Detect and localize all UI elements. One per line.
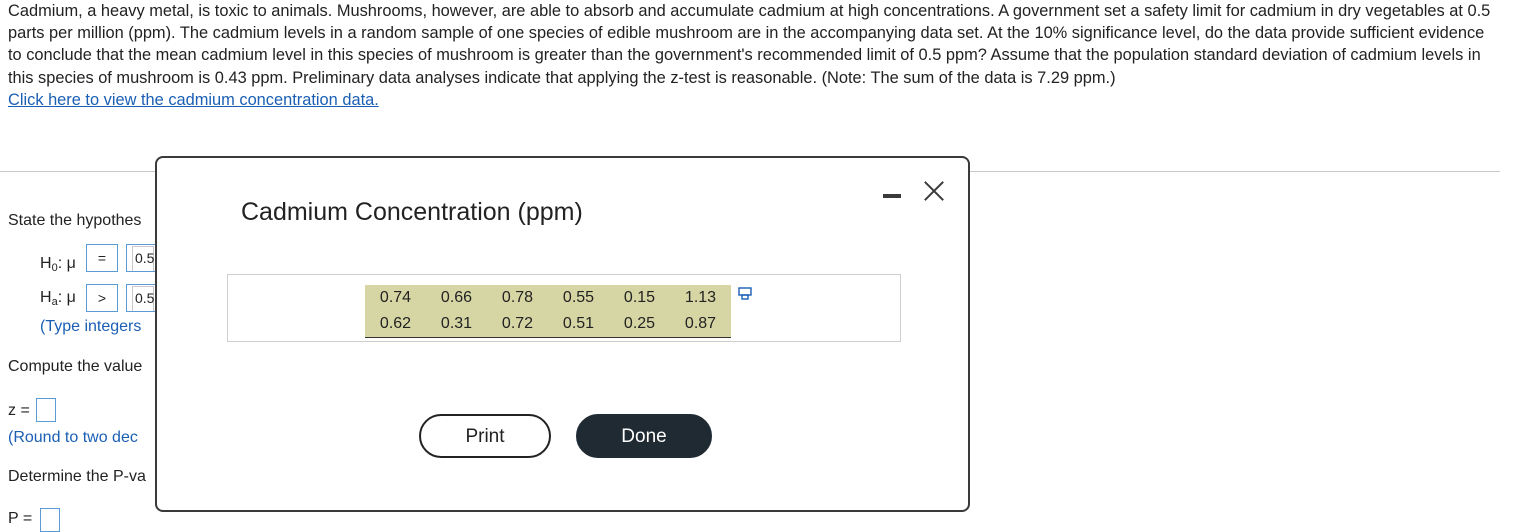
modal-title: Cadmium Concentration (ppm) <box>241 198 583 226</box>
data-table: 0.74 0.66 0.78 0.55 0.15 1.13 0.62 0.31 … <box>365 285 731 338</box>
print-button[interactable]: Print <box>419 414 551 458</box>
problem-text: Cadmium, a heavy metal, is toxic to anim… <box>8 2 1491 87</box>
table-cell: 0.78 <box>501 289 534 306</box>
z-input[interactable] <box>36 398 56 422</box>
state-hypotheses-label: State the hypothes <box>8 212 142 229</box>
done-button[interactable]: Done <box>576 414 712 458</box>
data-frame: 0.74 0.66 0.78 0.55 0.15 1.13 0.62 0.31 … <box>227 274 901 342</box>
view-data-link[interactable]: Click here to view the cadmium concentra… <box>8 89 1498 111</box>
table-cell: 0.74 <box>379 289 412 306</box>
minimize-icon[interactable] <box>883 194 901 198</box>
z-label: z = <box>8 402 30 419</box>
p-label: P = <box>8 510 33 527</box>
ha-row: Ha: μ <box>40 289 76 308</box>
problem-statement: Cadmium, a heavy metal, is toxic to anim… <box>8 0 1498 111</box>
table-row: 0.62 0.31 0.72 0.51 0.25 0.87 <box>365 311 731 338</box>
table-row: 0.74 0.66 0.78 0.55 0.15 1.13 <box>365 285 731 311</box>
table-cell: 0.66 <box>440 289 473 306</box>
determine-label: Determine the P-va <box>8 468 146 485</box>
compute-label: Compute the value <box>8 358 143 375</box>
data-modal: Cadmium Concentration (ppm) 0.74 0.66 0.… <box>155 156 970 512</box>
table-cell: 0.55 <box>562 289 595 306</box>
round-note: (Round to two dec <box>8 429 138 446</box>
table-cell: 0.31 <box>440 315 473 332</box>
table-cell: 0.51 <box>562 315 595 332</box>
table-cell: 0.87 <box>684 315 717 332</box>
ha-value-input[interactable]: 0.5 <box>126 284 156 312</box>
table-cell: 0.72 <box>501 315 534 332</box>
table-cell: 0.15 <box>623 289 656 306</box>
p-input[interactable] <box>40 508 60 532</box>
ha-operator-select[interactable]: > <box>86 284 118 312</box>
h0-value-input[interactable]: 0.5 <box>126 244 156 272</box>
table-cell: 0.25 <box>623 315 656 332</box>
close-icon[interactable] <box>923 180 945 202</box>
type-integers-note: (Type integers <box>40 318 142 335</box>
h0-row: H0: μ <box>40 255 76 274</box>
table-cell: 0.62 <box>379 315 412 332</box>
h0-operator-select[interactable]: = <box>86 244 118 272</box>
table-cell: 1.13 <box>684 289 717 306</box>
copy-icon[interactable] <box>738 287 752 301</box>
